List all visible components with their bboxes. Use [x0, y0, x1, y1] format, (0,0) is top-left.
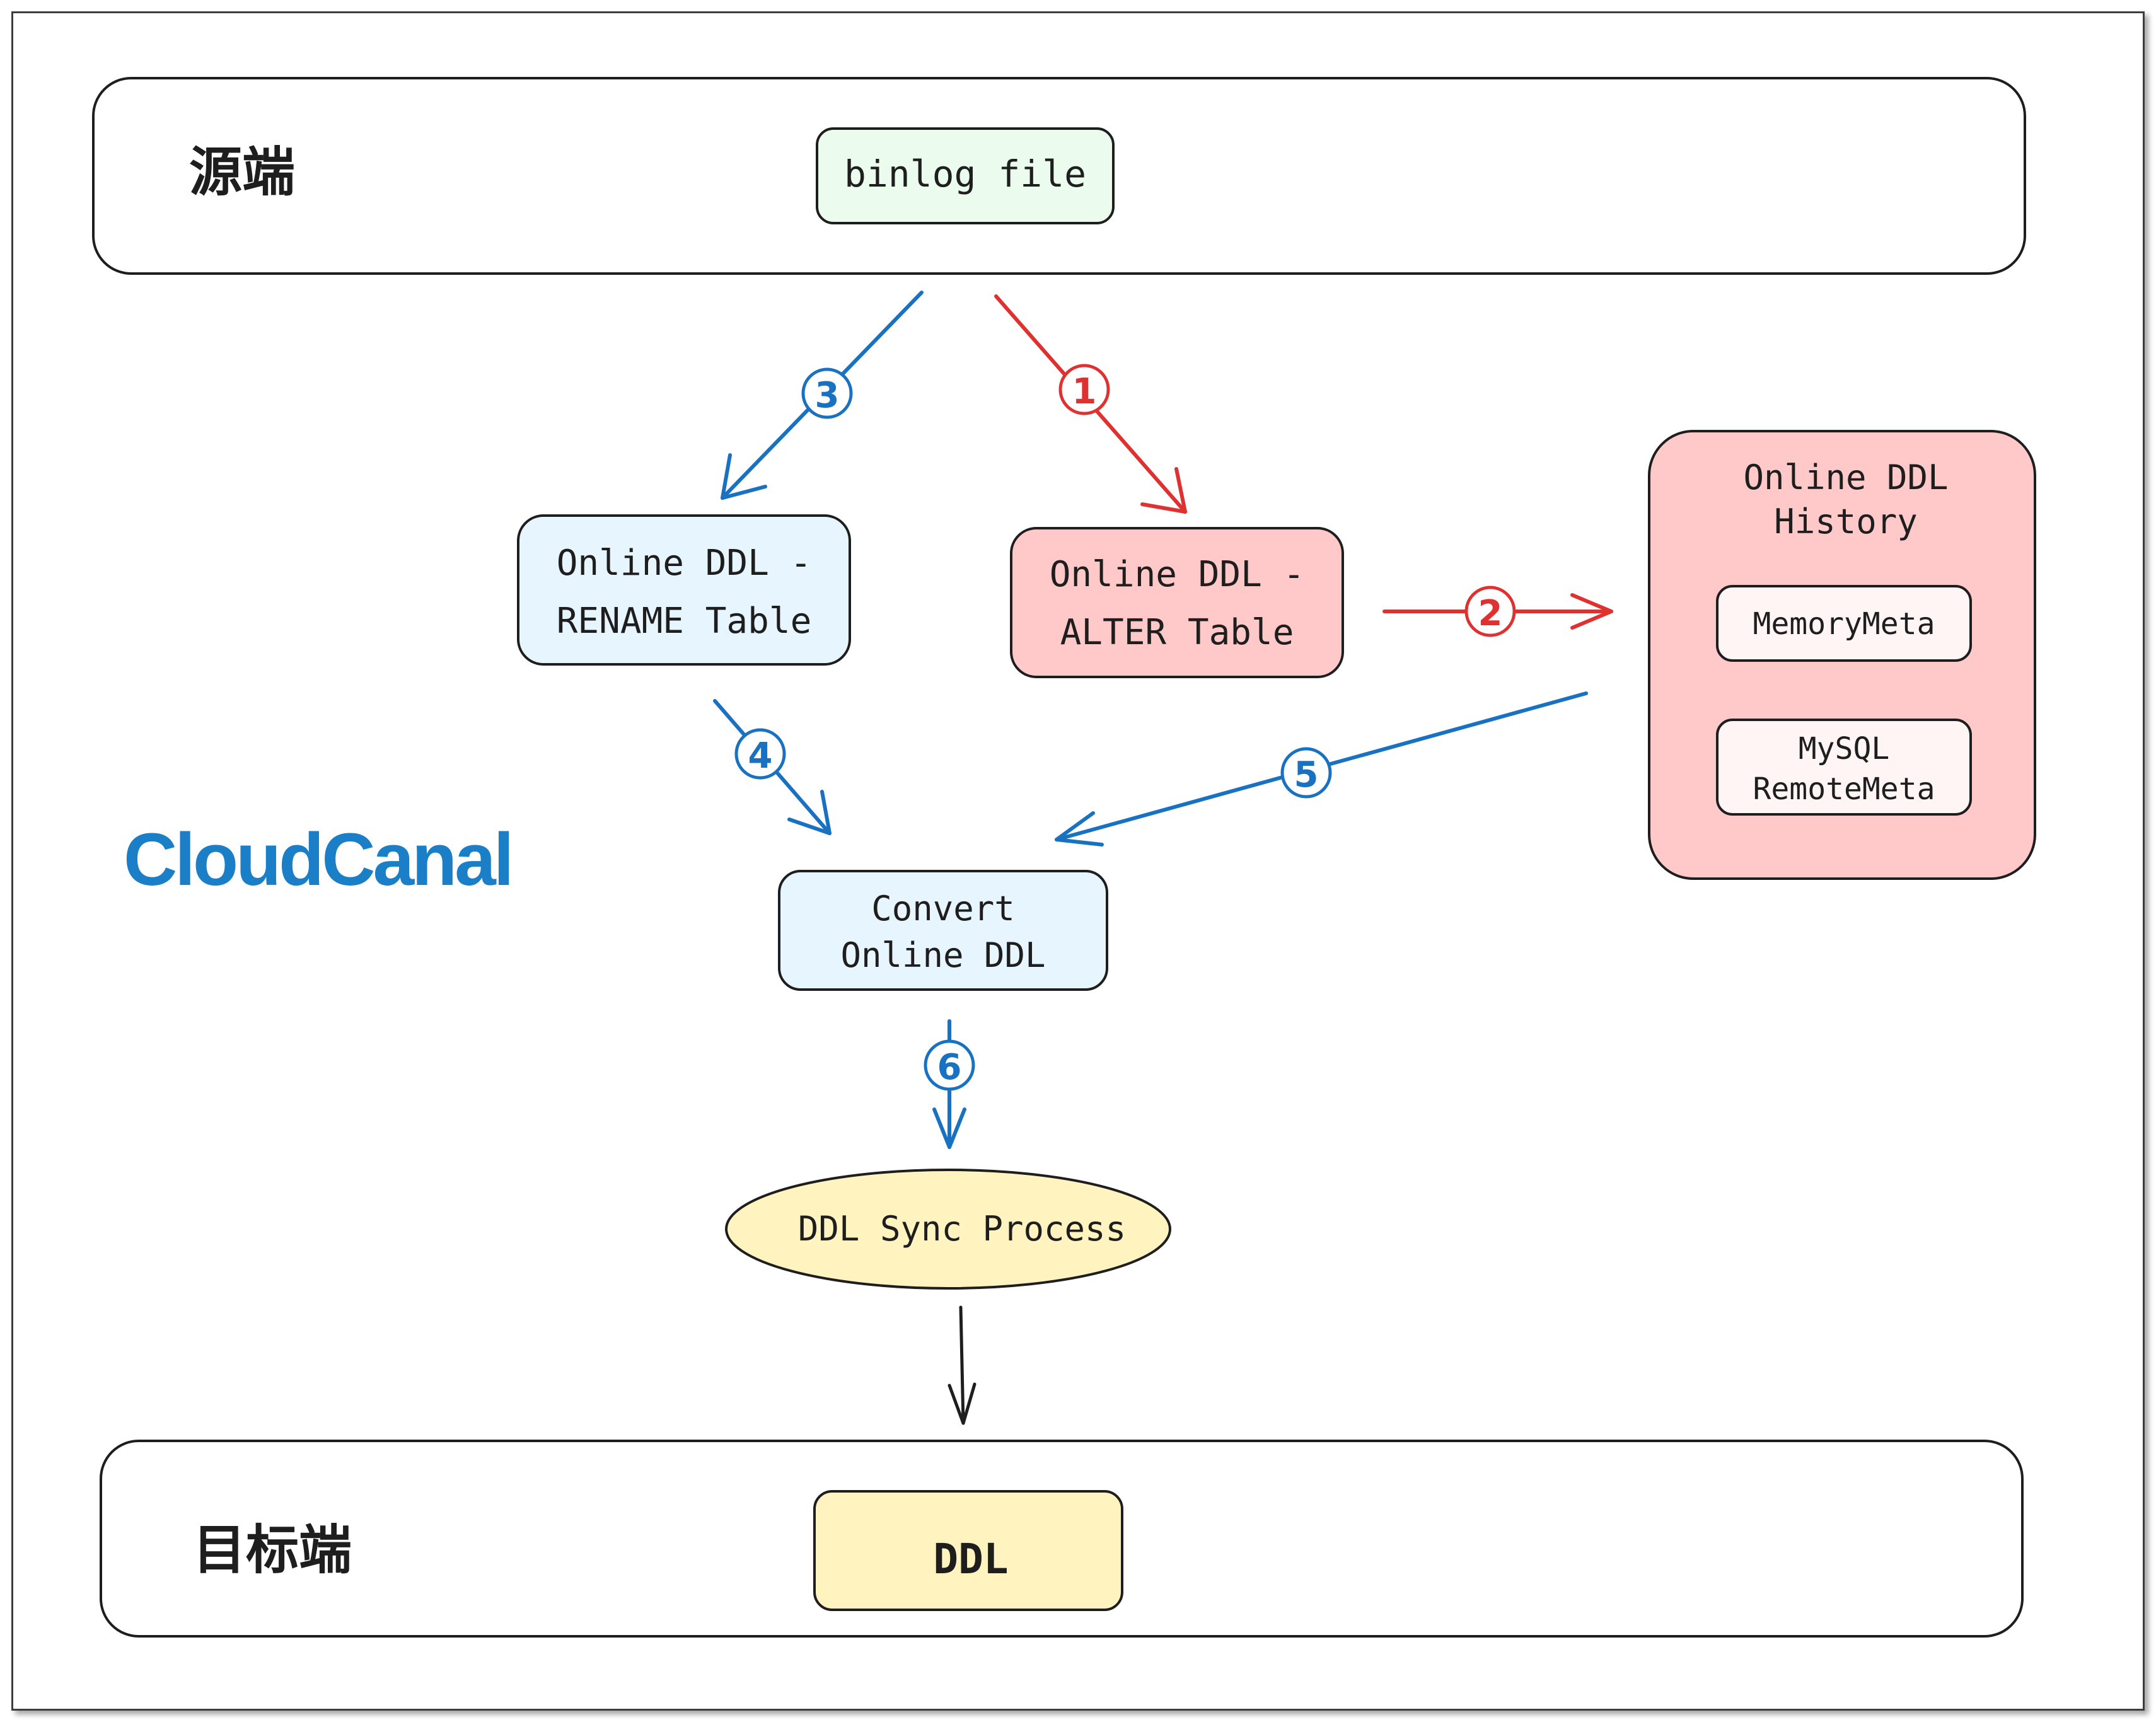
mysql-remote-meta-node: MySQL RemoteMeta — [1716, 719, 1972, 816]
logo-part-cloud: Cloud — [124, 818, 322, 901]
rename-table-node: Online DDL - RENAME Table — [517, 514, 851, 666]
convert-line-1: Convert — [871, 889, 1015, 928]
arrow-step-5: 5 — [1055, 691, 1588, 847]
arrow-sync-to-target — [948, 1305, 977, 1425]
step-5-label: 5 — [1294, 754, 1319, 795]
logo-part-canal: Canal — [322, 818, 511, 901]
cloudcanal-logo: CloudCanal — [124, 818, 514, 901]
remote-meta-line-1: MySQL — [1799, 731, 1890, 766]
arrow-step-1: 1 — [994, 294, 1187, 514]
step-4-label: 4 — [748, 736, 773, 777]
memory-meta-label: MemoryMeta — [1753, 606, 1935, 642]
target-title: 目标端 — [193, 1519, 352, 1581]
arrow-step-4: 4 — [713, 699, 832, 835]
target-ddl-node: DDL — [813, 1490, 1123, 1611]
diagram-svg: 源端 binlog file 3 1 2 4 5 6 Online DDL - … — [92, 77, 2036, 1638]
rename-line-2: RENAME Table — [557, 601, 812, 642]
step-6-label: 6 — [937, 1047, 962, 1088]
convert-online-ddl-node: Convert Online DDL — [778, 870, 1108, 991]
arrow-step-6: 6 — [924, 1019, 975, 1149]
step-1-label: 1 — [1072, 371, 1097, 412]
online-ddl-history-node: Online DDL History MemoryMeta MySQL Remo… — [1648, 430, 2036, 880]
ddl-sync-process-node: DDL Sync Process — [725, 1169, 1171, 1290]
step-3-label: 3 — [815, 375, 840, 416]
alter-line-2: ALTER Table — [1060, 612, 1294, 653]
ddl-sync-process-label: DDL Sync Process — [798, 1209, 1126, 1249]
arrow-step-3: 3 — [721, 291, 924, 500]
svg-text:CloudCanal: CloudCanal — [124, 818, 512, 901]
binlog-file-node: binlog file — [816, 127, 1115, 224]
rename-line-1: Online DDL - — [557, 543, 812, 584]
binlog-file-label: binlog file — [844, 153, 1086, 195]
alter-line-1: Online DDL - — [1050, 554, 1305, 595]
memory-meta-node: MemoryMeta — [1716, 585, 1972, 662]
diagram-canvas: 源端 binlog file 3 1 2 4 5 6 Online DDL - … — [0, 0, 2156, 1722]
convert-line-2: Online DDL — [840, 935, 1045, 975]
arrow-step-2: 2 — [1382, 586, 1613, 637]
history-line-2: History — [1774, 502, 1918, 541]
alter-table-node: Online DDL - ALTER Table — [1010, 527, 1344, 678]
target-ddl-label: DDL — [933, 1535, 1008, 1583]
step-2-label: 2 — [1478, 593, 1503, 634]
history-line-1: Online DDL — [1743, 458, 1948, 497]
remote-meta-line-2: RemoteMeta — [1753, 771, 1935, 807]
source-title: 源端 — [189, 141, 295, 203]
